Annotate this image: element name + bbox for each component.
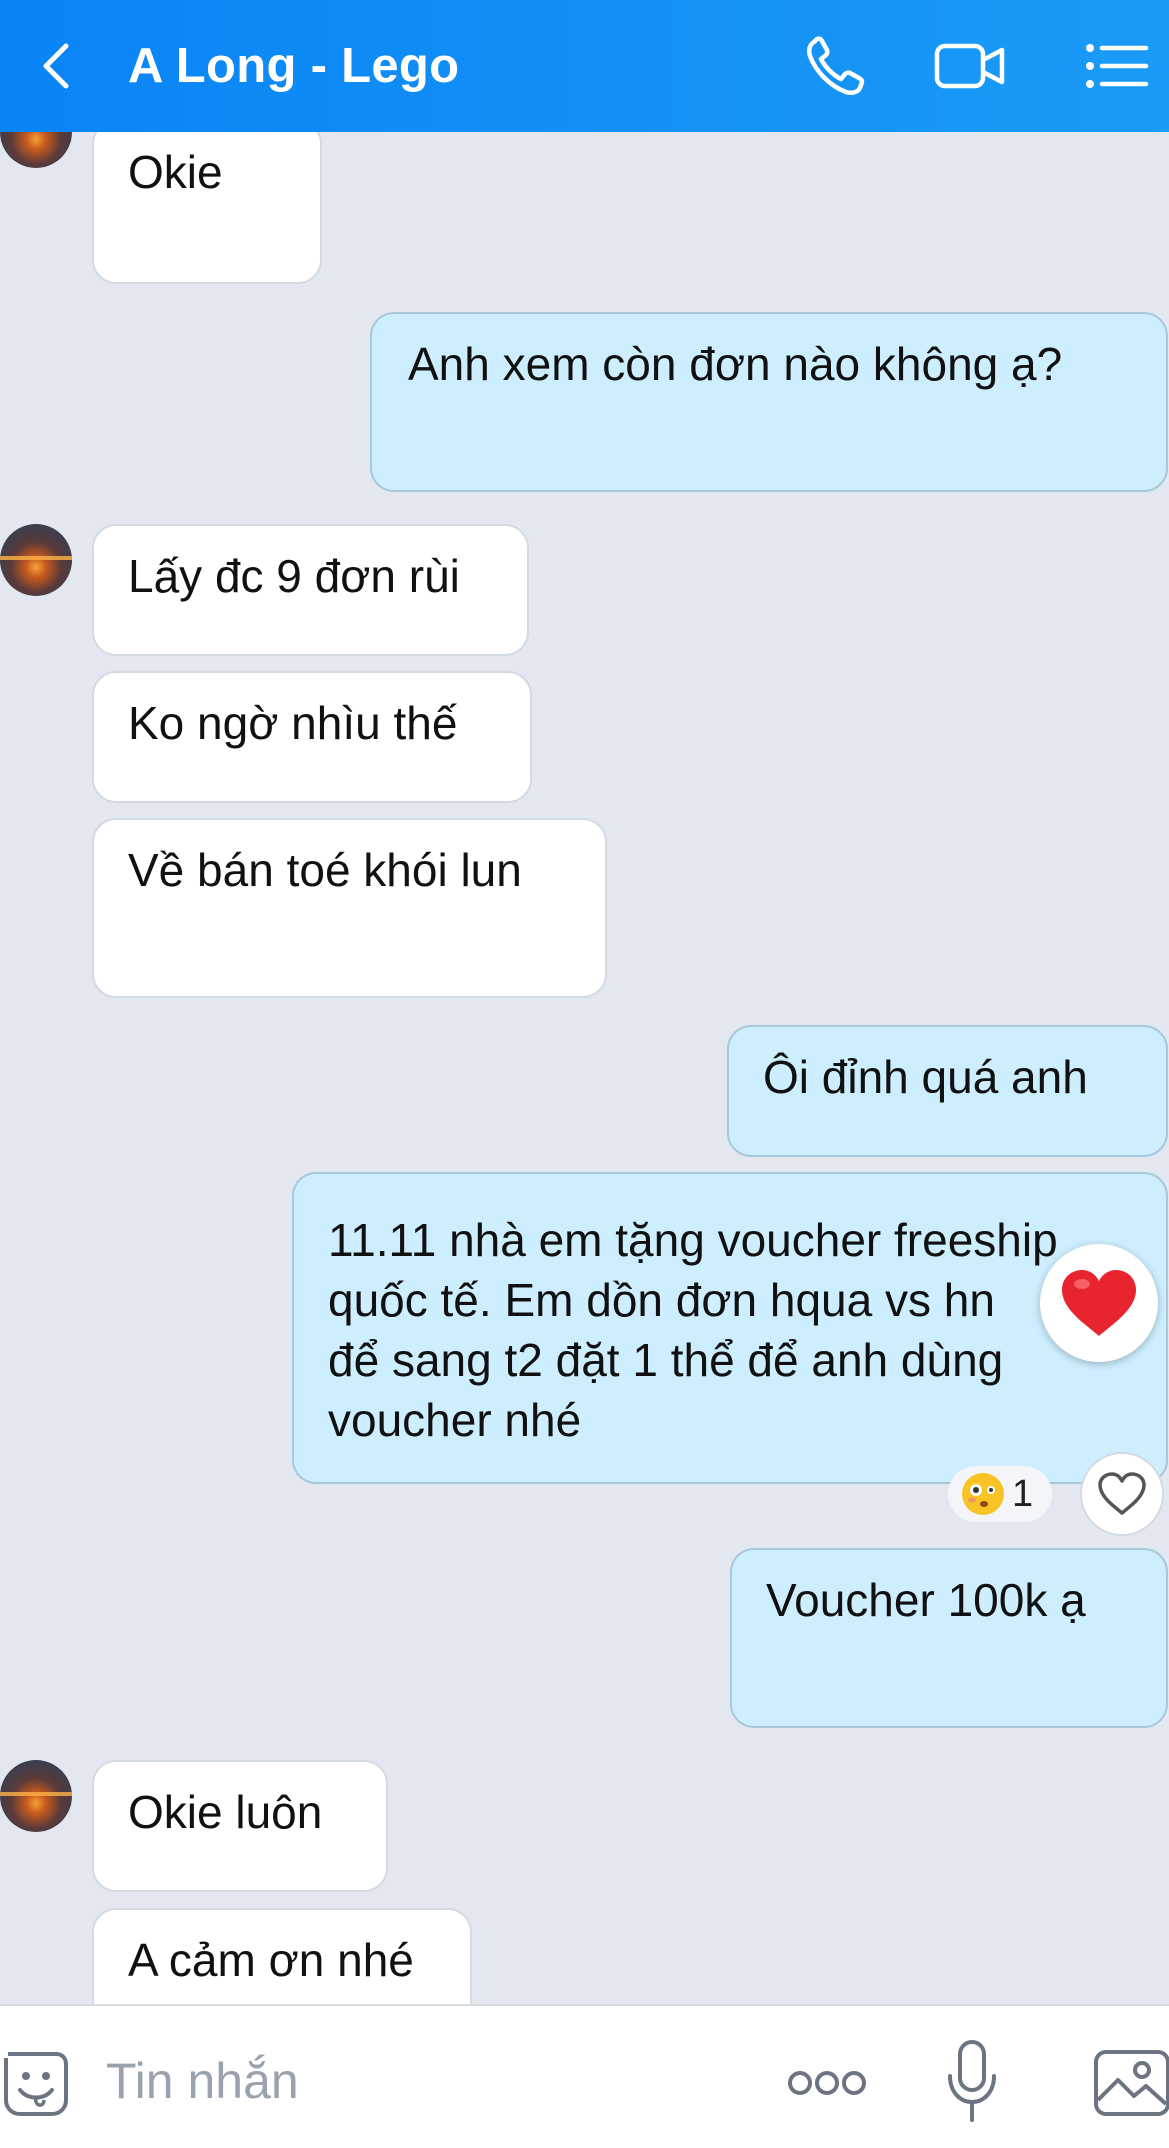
message-bubble-multiline[interactable]: 11.11 nhà em tặng voucher freeship quốc …	[292, 1172, 1168, 1484]
flushed-face-emoji-icon	[962, 1473, 1004, 1515]
message-bubble[interactable]: Voucher 100k ạ	[730, 1548, 1168, 1728]
message-bubble[interactable]: Về bán toé khói lun	[92, 818, 607, 998]
heart-outline-icon	[1098, 1472, 1146, 1515]
back-arrow-icon	[43, 43, 69, 89]
message-line: voucher nhé	[328, 1394, 582, 1446]
chat-title[interactable]: A Long - Lego	[128, 38, 459, 94]
message-input[interactable]	[106, 2046, 706, 2116]
message-line: 11.11 nhà em tặng voucher freeship	[328, 1214, 1058, 1266]
message-bubble[interactable]: Okie luôn	[92, 1760, 388, 1892]
more-options-button[interactable]	[786, 2058, 868, 2108]
message-bubble[interactable]: Anh xem còn đơn nào không ạ?	[370, 312, 1168, 492]
chat-header: A Long - Lego	[0, 0, 1169, 132]
like-button[interactable]	[1080, 1452, 1164, 1536]
message-bubble[interactable]: Ôi đỉnh quá anh	[727, 1025, 1168, 1157]
avatar[interactable]	[0, 132, 72, 168]
heart-reaction-button[interactable]	[1040, 1244, 1158, 1362]
mic-icon	[948, 2040, 996, 2122]
reaction-summary[interactable]: 1	[948, 1466, 1052, 1522]
avatar[interactable]	[0, 1760, 72, 1832]
message-line: để sang t2 đặt 1 thể để anh dùng	[328, 1334, 1004, 1386]
message-input-bar	[0, 2004, 1169, 2148]
call-button[interactable]	[800, 32, 872, 100]
avatar[interactable]	[0, 524, 72, 596]
video-call-icon	[934, 43, 1005, 89]
image-icon	[1094, 2050, 1169, 2116]
back-button[interactable]	[30, 36, 90, 96]
more-icon	[788, 2071, 866, 2095]
menu-button[interactable]	[1080, 32, 1152, 100]
sticker-icon	[4, 2052, 68, 2116]
chat-message-list[interactable]: Okie Anh xem còn đơn nào không ạ? Lấy đc…	[0, 132, 1169, 2004]
heart-reaction-icon	[1062, 1270, 1136, 1336]
menu-list-icon	[1086, 44, 1149, 88]
message-bubble[interactable]: A cảm ơn nhé	[92, 1908, 472, 2004]
voice-record-button[interactable]	[946, 2036, 998, 2126]
message-bubble[interactable]: Lấy đc 9 đơn rùi	[92, 524, 529, 656]
message-line: quốc tế. Em dồn đơn hqua vs hn	[328, 1274, 995, 1326]
video-call-button[interactable]	[934, 32, 1006, 100]
message-bubble[interactable]: Ko ngờ nhìu thế	[92, 671, 532, 803]
phone-icon	[806, 36, 865, 96]
reaction-count: 1	[1012, 1472, 1034, 1515]
image-picker-button[interactable]	[1092, 2042, 1169, 2122]
message-bubble[interactable]: Okie	[92, 132, 322, 284]
sticker-button[interactable]	[0, 2044, 72, 2124]
